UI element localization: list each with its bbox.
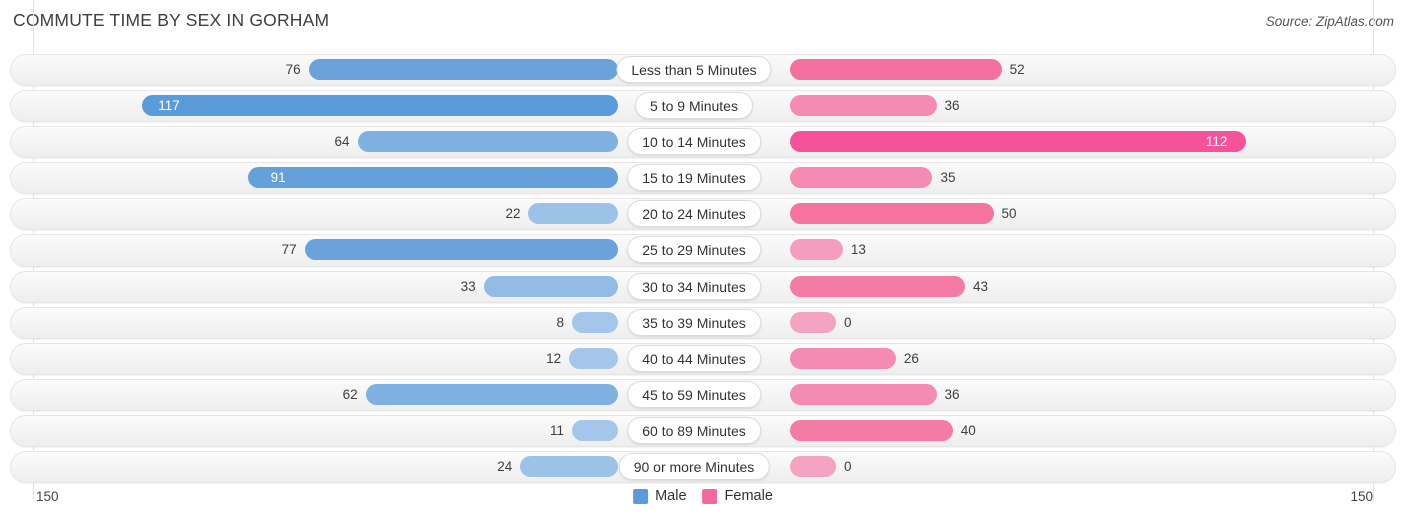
bar-row: 77 13 25 to 29 Minutes xyxy=(0,232,1406,268)
category-label: 60 to 89 Minutes xyxy=(627,416,761,444)
bar-female[interactable] xyxy=(790,311,836,333)
bar-value-male: 91 xyxy=(270,170,286,186)
bar-value-male: 33 xyxy=(460,278,476,294)
bar-female[interactable] xyxy=(790,59,1002,80)
bar-male[interactable] xyxy=(483,275,618,297)
bar-row: 62 36 45 to 59 Minutes xyxy=(0,377,1406,413)
category-label: 45 to 59 Minutes xyxy=(627,380,761,408)
bar-value-male: 117 xyxy=(158,98,180,114)
bar-value-female: 43 xyxy=(973,278,989,294)
bar-value-male: 62 xyxy=(342,386,358,402)
bar-row: 8 0 35 to 39 Minutes xyxy=(0,305,1406,341)
bar-female[interactable] xyxy=(790,347,896,369)
bar-female[interactable] xyxy=(790,203,994,225)
bar-value-male: 76 xyxy=(285,62,301,77)
category-label: 35 to 39 Minutes xyxy=(627,308,761,336)
legend: Male Female xyxy=(633,488,773,504)
bar-male[interactable] xyxy=(572,419,618,441)
category-label: 10 to 14 Minutes xyxy=(627,128,761,156)
category-label: 25 to 29 Minutes xyxy=(627,236,761,264)
bar-value-female: 35 xyxy=(940,170,956,186)
bar-value-female: 50 xyxy=(1001,206,1017,222)
bar-female[interactable] xyxy=(790,95,937,117)
bar-value-male: 77 xyxy=(281,242,297,258)
bar-value-female: 13 xyxy=(850,242,866,258)
bar-female[interactable] xyxy=(790,167,933,189)
bar-female[interactable] xyxy=(790,456,836,478)
source-attribution: Source: ZipAtlas.com xyxy=(1265,14,1394,29)
bar-row: 22 50 20 to 24 Minutes xyxy=(0,196,1406,232)
bar-male[interactable] xyxy=(572,311,618,333)
axis-label-left: 150 xyxy=(36,489,59,504)
bar-value-female: 40 xyxy=(960,422,976,438)
bar-male[interactable] xyxy=(247,167,618,189)
bar-value-male: 64 xyxy=(334,134,350,150)
category-label: 15 to 19 Minutes xyxy=(627,164,761,192)
bar-value-female: 36 xyxy=(944,98,960,114)
bar-female[interactable] xyxy=(790,239,843,261)
category-label: 20 to 24 Minutes xyxy=(627,200,761,228)
legend-item-male[interactable]: Male xyxy=(633,488,687,504)
legend-swatch-female-icon xyxy=(702,488,718,504)
bar-value-male: 8 xyxy=(556,314,564,330)
bar-row: 117 36 5 to 9 Minutes xyxy=(0,88,1406,124)
category-label: 30 to 34 Minutes xyxy=(627,272,761,300)
bar-row: 91 35 15 to 19 Minutes xyxy=(0,160,1406,196)
bar-female[interactable] xyxy=(790,275,965,297)
legend-swatch-male-icon xyxy=(633,488,649,504)
bar-male[interactable] xyxy=(141,95,618,117)
bar-female[interactable] xyxy=(790,383,937,405)
bar-value-male: 24 xyxy=(497,459,513,475)
bar-female[interactable] xyxy=(790,419,953,441)
bar-male[interactable] xyxy=(569,347,618,369)
bar-rows: 76 52 Less than 5 Minutes 117 36 5 to 9 Minut… xyxy=(0,52,1406,484)
bar-row: 11 40 60 to 89 Minutes xyxy=(0,413,1406,449)
bar-male[interactable] xyxy=(520,456,618,478)
bar-value-male: 12 xyxy=(546,350,562,366)
legend-item-female[interactable]: Female xyxy=(702,488,773,504)
legend-label-female: Female xyxy=(724,488,773,504)
bar-value-female: 0 xyxy=(844,459,852,475)
bar-value-female: 112 xyxy=(1205,134,1228,150)
category-label: 90 or more Minutes xyxy=(618,453,770,481)
bar-value-female: 26 xyxy=(903,350,919,366)
bar-value-female: 36 xyxy=(944,386,960,402)
bar-male[interactable] xyxy=(357,131,618,153)
category-label: 40 to 44 Minutes xyxy=(627,344,761,372)
bar-row: 24 0 90 or more Minutes xyxy=(0,449,1406,485)
bar-male[interactable] xyxy=(304,239,618,261)
bar-row: 33 43 30 to 34 Minutes xyxy=(0,269,1406,305)
bar-male[interactable] xyxy=(308,59,618,80)
page-title: COMMUTE TIME BY SEX IN GORHAM xyxy=(13,10,330,30)
chart-container: COMMUTE TIME BY SEX IN GORHAM Source: Zi… xyxy=(0,0,1406,523)
bar-row: 12 26 40 to 44 Minutes xyxy=(0,341,1406,377)
bar-value-male: 22 xyxy=(505,206,521,222)
bar-value-male: 11 xyxy=(549,422,564,438)
bar-value-female: 0 xyxy=(844,314,852,330)
bar-male[interactable] xyxy=(365,383,618,405)
category-label: Less than 5 Minutes xyxy=(616,56,772,83)
bar-female[interactable] xyxy=(790,131,1246,153)
bar-row: 64 112 10 to 14 Minutes xyxy=(0,124,1406,160)
category-label: 5 to 9 Minutes xyxy=(635,92,753,120)
bar-value-female: 52 xyxy=(1009,62,1025,77)
axis-label-right: 150 xyxy=(1350,489,1373,504)
legend-label-male: Male xyxy=(655,488,687,504)
bar-row: 76 52 Less than 5 Minutes xyxy=(0,52,1406,88)
bar-male[interactable] xyxy=(528,203,618,225)
